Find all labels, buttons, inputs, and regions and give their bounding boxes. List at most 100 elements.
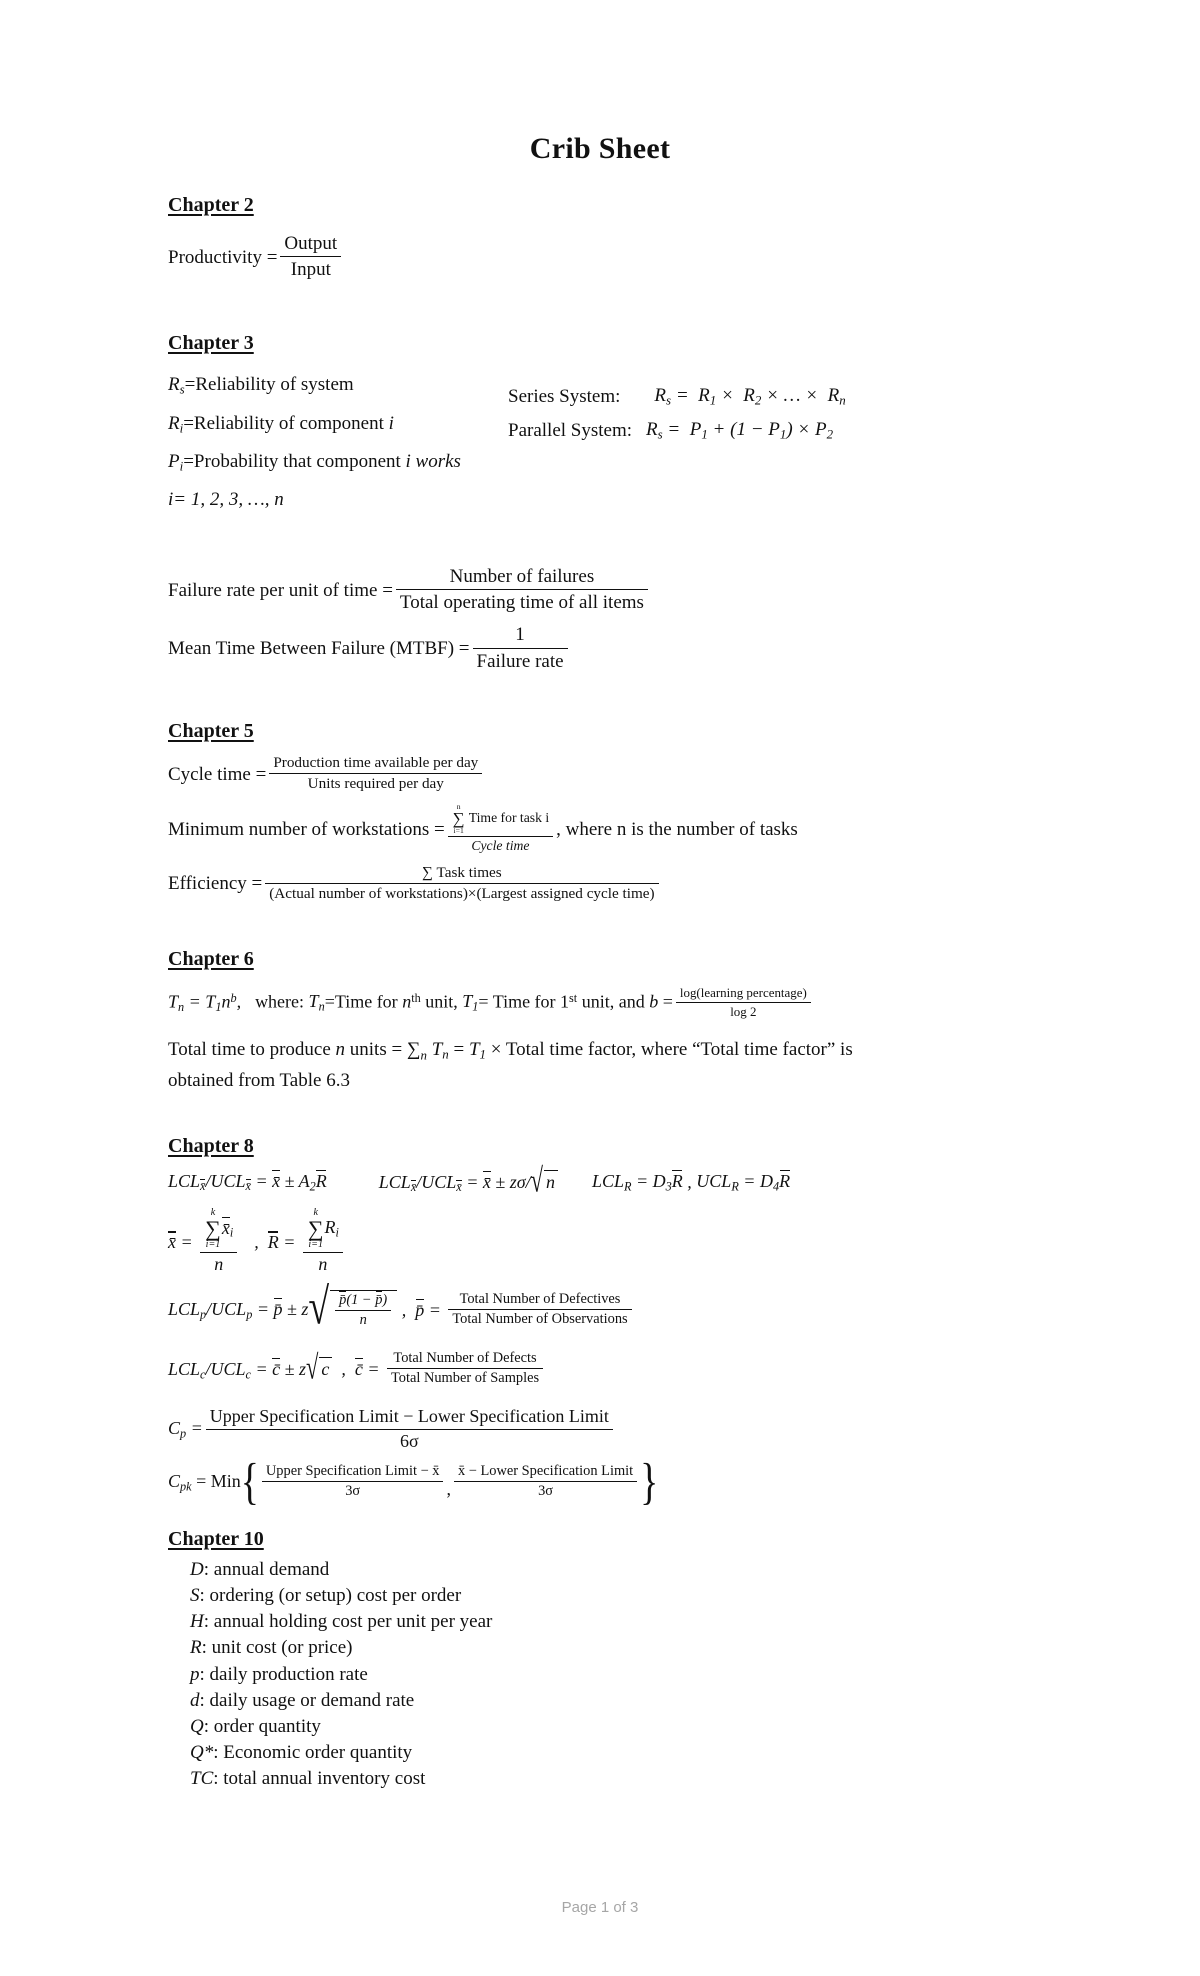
section-chapter-3: Chapter 3 Rs=Reliability of system Ri=Re… bbox=[168, 332, 1032, 673]
chapter-10-variable-list: D: annual demand S: ordering (or setup) c… bbox=[190, 1557, 1032, 1793]
efficiency-denominator: (Actual number of workstations)×(Largest… bbox=[269, 885, 655, 903]
symbol-ri: Ri bbox=[168, 412, 184, 436]
page-title: Crib Sheet bbox=[529, 132, 671, 165]
productivity-fraction: Output Input bbox=[280, 232, 342, 281]
chapter-3-system-formulas: Series System: Rs = R1 × R2 × … × Rn Par… bbox=[508, 361, 1032, 524]
mtbf-fraction: 1 Failure rate bbox=[472, 623, 568, 672]
document-page: Crib Sheet Chapter 2 Productivity = Outp… bbox=[0, 0, 1200, 1976]
min-workstations-numerator: n ∑ i=1 Time for task i bbox=[447, 802, 554, 838]
learning-curve-where: where: Tn=Time for nth unit, T1= Time fo… bbox=[255, 990, 673, 1014]
productivity-label: Productivity = bbox=[168, 246, 278, 268]
cbar-fraction: Total Number of Defects Total Number of … bbox=[387, 1350, 544, 1388]
variable-description: : unit cost (or price) bbox=[201, 1637, 353, 1659]
variable-description: : total annual inventory cost bbox=[213, 1768, 426, 1790]
xbar-chart-a2-formula: LCLx̄/UCLx̄ = x̄ ± A2R bbox=[168, 1169, 327, 1194]
p-chart-formula: LCLp/UCLp = p̄ ± z bbox=[168, 1297, 309, 1322]
variable-description: : annual holding cost per unit per year bbox=[203, 1611, 493, 1633]
p-chart-sqrt-fraction: p̄(1 − p̄) n bbox=[335, 1290, 392, 1330]
parallel-system-formula: Rs = P1 + (1 − P1) × P2 bbox=[646, 418, 834, 442]
variable-definition: d: daily usage or demand rate bbox=[190, 1688, 1032, 1714]
min-workstations-label: Minimum number of workstations = bbox=[168, 818, 445, 840]
rbar-symbol: R bbox=[267, 1231, 279, 1253]
min-workstations-tail: , where n is the number of tasks bbox=[556, 818, 798, 840]
variable-symbol: d bbox=[190, 1689, 200, 1711]
cpk-fraction-1: Upper Specification Limit − x̄ 3σ bbox=[261, 1463, 444, 1501]
chapter-2-heading: Chapter 2 bbox=[168, 194, 254, 216]
chapter-5-heading: Chapter 5 bbox=[168, 719, 254, 742]
variable-definition: Q*: Economic order quantity bbox=[190, 1740, 1032, 1766]
total-time-line: Total time to produce n units = ∑n Tn = … bbox=[168, 1039, 853, 1063]
p-chart-sqrt: √ p̄(1 − p̄) n bbox=[308, 1282, 398, 1333]
right-brace-icon: } bbox=[640, 1453, 659, 1511]
series-system-label: Series System: bbox=[508, 386, 621, 408]
chapter-3-heading: Chapter 3 bbox=[168, 332, 254, 355]
grand-mean-denominator: n bbox=[214, 1253, 224, 1274]
pbar-symbol: p̄ bbox=[415, 1298, 425, 1320]
cpk-denominator-1: 3σ bbox=[345, 1483, 361, 1500]
variable-definition: H: annual holding cost per unit per year bbox=[190, 1609, 1032, 1635]
cycle-time-numerator: Production time available per day bbox=[269, 754, 483, 775]
variable-symbol: S bbox=[190, 1584, 200, 1606]
efficiency-numerator: ∑ Task times bbox=[265, 864, 659, 885]
variable-definition: Q: order quantity bbox=[190, 1714, 1032, 1740]
mtbf-label: Mean Time Between Failure (MTBF) = bbox=[168, 637, 470, 659]
cp-fraction: Upper Specification Limit − Lower Specif… bbox=[205, 1406, 613, 1453]
grand-mean-fraction: k ∑ i=1 x̄i n bbox=[200, 1208, 238, 1275]
variable-definition: R: unit cost (or price) bbox=[190, 1635, 1032, 1661]
left-brace-icon: { bbox=[240, 1453, 259, 1511]
variable-description: : Economic order quantity bbox=[213, 1742, 413, 1764]
mtbf-formula: Mean Time Between Failure (MTBF) = 1 Fai… bbox=[168, 624, 1032, 673]
variable-description: : annual demand bbox=[203, 1558, 330, 1580]
variable-symbol: TC bbox=[190, 1768, 214, 1790]
variable-symbol: Q* bbox=[190, 1742, 214, 1764]
cpk-row: Cpk = Min { Upper Specification Limit − … bbox=[168, 1453, 659, 1511]
failure-rate-label: Failure rate per unit of time = bbox=[168, 579, 393, 601]
p-chart-sqrt-denominator: n bbox=[359, 1312, 367, 1329]
failure-rate-fraction: Number of failures Total operating time … bbox=[395, 565, 648, 614]
xbar-chart-limits-row: LCLx̄/UCLx̄ = x̄ ± A2R LCLx̄/UCLx̄ = x̄ … bbox=[168, 1161, 791, 1199]
variable-symbol: R bbox=[190, 1637, 202, 1659]
definition-rs-text: =Reliability of system bbox=[184, 374, 354, 396]
mtbf-denominator: Failure rate bbox=[476, 650, 564, 672]
variable-definition: D: annual demand bbox=[190, 1557, 1032, 1583]
efficiency-fraction: ∑ Task times (Actual number of workstati… bbox=[265, 864, 659, 904]
mtbf-numerator: 1 bbox=[472, 623, 568, 649]
definition-index: i= 1, 2, 3, …, n bbox=[168, 489, 284, 511]
efficiency-label: Efficiency = bbox=[168, 873, 263, 895]
variable-symbol: p bbox=[190, 1663, 200, 1685]
min-workstations-denominator: Cycle time bbox=[471, 838, 530, 854]
learning-exponent-fraction: log(learning percentage) log 2 bbox=[675, 985, 811, 1020]
grand-mean-symbol: x̄ bbox=[168, 1231, 176, 1253]
c-chart-formula: LCLc/UCLc = c̄ ± z √ c bbox=[168, 1350, 333, 1384]
cp-label: Cp = bbox=[168, 1418, 203, 1441]
rbar-fraction: k ∑ i=1 Ri n bbox=[302, 1208, 343, 1275]
productivity-numerator: Output bbox=[280, 232, 342, 258]
c-chart-row: LCLc/UCLc = c̄ ± z √ c , c̄ = Total Number… bbox=[168, 1350, 1032, 1388]
chapter-3-definitions: Rs=Reliability of system Ri=Reliability … bbox=[168, 361, 508, 524]
cycle-time-denominator: Units required per day bbox=[307, 775, 444, 793]
cpk-fraction-2: x̄ − Lower Specification Limit 3σ bbox=[453, 1463, 638, 1501]
definition-ri-text: =Reliability of component bbox=[183, 412, 384, 434]
cpk-numerator-2: x̄ − Lower Specification Limit bbox=[453, 1463, 638, 1483]
rbar-numerator: k ∑ i=1 Ri bbox=[302, 1208, 343, 1253]
productivity-denominator: Input bbox=[290, 259, 331, 281]
grand-mean-numerator: k ∑ i=1 x̄i bbox=[200, 1208, 238, 1253]
learning-curve-equation: Tn = T1nb, bbox=[168, 990, 242, 1014]
definition-pi: Pi=Probability that component i works bbox=[168, 448, 508, 476]
chapter-8-heading: Chapter 8 bbox=[168, 1134, 254, 1157]
chapter-3-columns: Rs=Reliability of system Ri=Reliability … bbox=[168, 361, 1032, 524]
page-footer: Page 1 of 3 bbox=[561, 1899, 639, 1916]
cpk-numerator-1: Upper Specification Limit − x̄ bbox=[261, 1463, 444, 1483]
cbar-denominator: Total Number of Samples bbox=[391, 1370, 540, 1387]
failure-rate-numerator: Number of failures bbox=[395, 565, 648, 591]
learning-exponent-numerator: log(learning percentage) bbox=[675, 985, 811, 1003]
cbar-symbol: c̄ bbox=[354, 1357, 363, 1380]
cpk-label: Cpk = Min bbox=[168, 1470, 241, 1494]
means-row: x̄ = k ∑ i=1 x̄i n , R = k ∑ i=1 Ri n bbox=[168, 1208, 1032, 1276]
cbar-numerator: Total Number of Defects bbox=[387, 1350, 544, 1370]
symbol-rs: Rs bbox=[168, 374, 185, 397]
cycle-time-formula: Cycle time = Production time available p… bbox=[168, 754, 1032, 795]
pbar-fraction: Total Number of Defectives Total Number … bbox=[448, 1291, 632, 1329]
summation-icon: n ∑ i=1 bbox=[452, 802, 465, 836]
failure-rate-formula: Failure rate per unit of time = Number o… bbox=[168, 566, 1032, 615]
